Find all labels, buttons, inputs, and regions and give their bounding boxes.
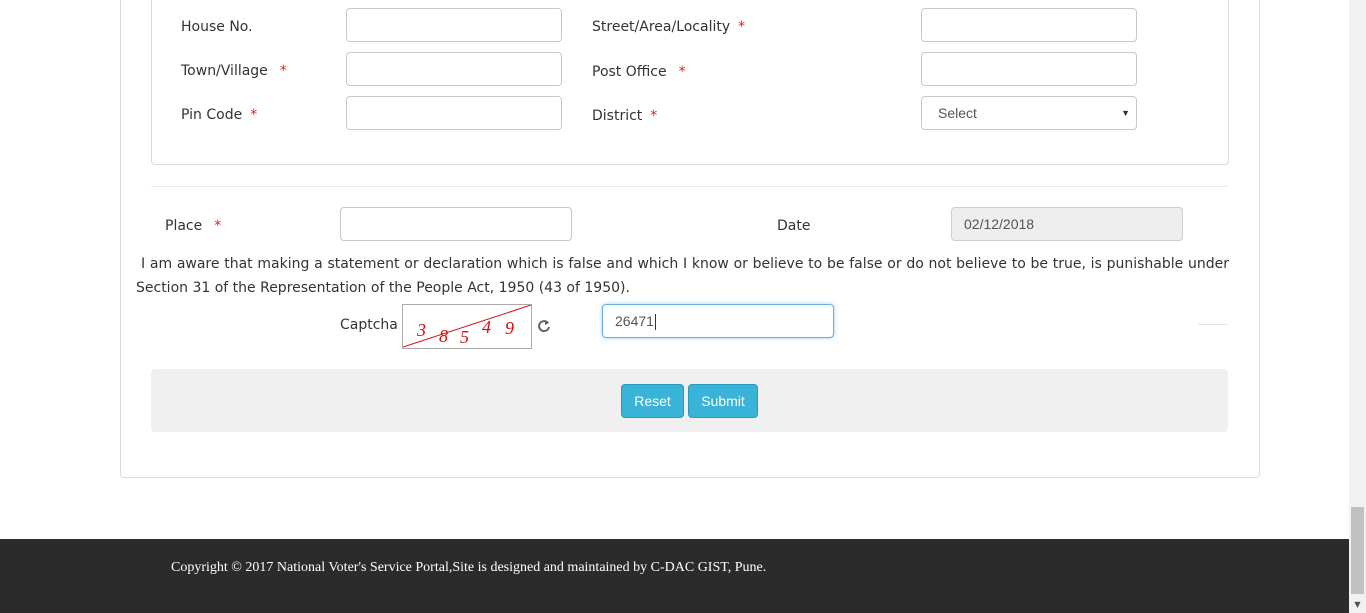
- scrollbar-thumb[interactable]: [1351, 507, 1364, 594]
- district-label: District *: [592, 108, 658, 124]
- text-caret: [654, 314, 656, 331]
- captcha-digit: 5: [460, 327, 469, 347]
- captcha-digit: 9: [505, 318, 514, 338]
- pin-code-label: Pin Code *: [181, 107, 258, 123]
- declaration-text: I am aware that making a statement or de…: [136, 256, 1229, 296]
- place-input[interactable]: [340, 207, 572, 241]
- footer: Copyright © 2017 National Voter's Servic…: [0, 539, 1349, 613]
- district-select[interactable]: Select ▼: [921, 96, 1137, 130]
- captcha-digit: 3: [416, 320, 426, 340]
- date-label: Date: [777, 218, 811, 234]
- captcha-graphic: 3 8 5 4 9: [403, 305, 531, 348]
- divider: [151, 186, 1228, 187]
- captcha-input[interactable]: 26471: [602, 304, 834, 338]
- captcha-image: 3 8 5 4 9: [402, 304, 532, 349]
- street-input[interactable]: [921, 8, 1137, 42]
- town-label: Town/Village *: [181, 63, 287, 79]
- required-mark: *: [250, 107, 258, 123]
- house-no-label: House No.: [181, 19, 253, 35]
- street-label: Street/Area/Locality *: [592, 19, 746, 35]
- copyright-text: Copyright © 2017 National Voter's Servic…: [171, 560, 767, 575]
- house-no-input[interactable]: [346, 8, 562, 42]
- refresh-icon[interactable]: [537, 318, 551, 334]
- captcha-digit: 4: [482, 317, 491, 337]
- town-input[interactable]: [346, 52, 562, 86]
- required-mark: *: [678, 64, 686, 80]
- post-office-label: Post Office *: [592, 64, 686, 80]
- captcha-label: Captcha: [340, 317, 398, 333]
- captcha-digit: 8: [439, 326, 448, 346]
- divider: [1198, 324, 1228, 325]
- district-selected-value: Select: [938, 105, 977, 121]
- post-office-input[interactable]: [921, 52, 1137, 86]
- required-mark: *: [738, 19, 746, 35]
- reset-button[interactable]: Reset: [621, 384, 684, 418]
- pin-code-input[interactable]: [346, 96, 562, 130]
- scroll-down-arrow-icon[interactable]: ▼: [1349, 596, 1366, 613]
- caret-down-icon: ▼: [1121, 108, 1130, 118]
- required-mark: *: [214, 218, 222, 234]
- date-input: 02/12/2018: [951, 207, 1183, 241]
- required-mark: *: [650, 108, 658, 124]
- place-label: Place *: [165, 218, 222, 234]
- submit-button[interactable]: Submit: [688, 384, 758, 418]
- required-mark: *: [279, 63, 287, 79]
